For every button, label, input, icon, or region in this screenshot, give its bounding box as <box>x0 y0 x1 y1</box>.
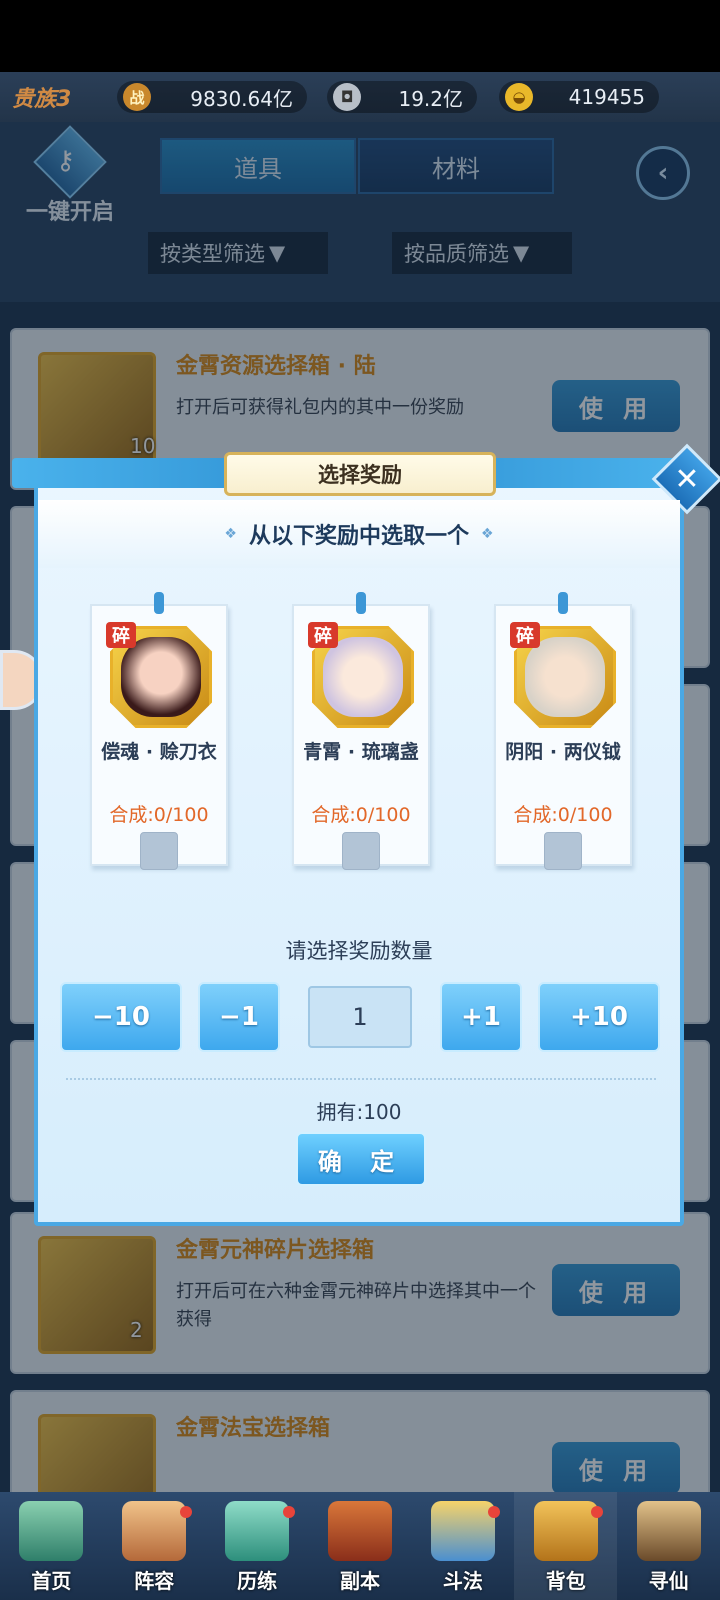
notification-dot <box>591 1506 604 1518</box>
status-bar <box>0 0 720 72</box>
nav-label: 斗法 <box>442 1569 483 1593</box>
reward-progress: 合成:0/100 <box>513 804 613 826</box>
nav-dungeon[interactable]: 副本 <box>309 1492 412 1600</box>
dialog-title: 选择奖励 <box>224 452 496 496</box>
power-icon: 战 <box>123 83 151 111</box>
coin-icon: ◘ <box>333 83 361 111</box>
nav-battle[interactable]: 斗法 <box>411 1492 514 1600</box>
quantity-prompt: 请选择奖励数量 <box>285 939 433 963</box>
nav-label: 阵容 <box>134 1569 175 1593</box>
owned-count: 拥有:100 <box>316 1100 402 1124</box>
battle-icon <box>430 1501 495 1561</box>
nav-label: 历练 <box>237 1569 278 1593</box>
resource-bar: 贵族3 战 9830.64亿 ◘ 19.2亿 ◒ 419455 <box>0 72 720 122</box>
confirm-button[interactable]: 确 定 <box>296 1132 426 1186</box>
nav-training[interactable]: 历练 <box>206 1492 309 1600</box>
notification-dot <box>282 1506 295 1518</box>
notification-dot <box>488 1506 501 1518</box>
fragment-badge: 碎 <box>106 622 136 648</box>
divider <box>66 1078 656 1080</box>
coin-resource[interactable]: ◘ 19.2亿 <box>327 81 477 113</box>
nav-label: 副本 <box>340 1569 380 1593</box>
notification-dot <box>179 1506 192 1518</box>
reward-name: 青霄 · 琉璃盏 <box>303 741 419 763</box>
home-icon <box>19 1501 84 1561</box>
reward-progress: 合成:0/100 <box>311 804 411 826</box>
reward-checkbox[interactable] <box>140 832 178 870</box>
reward-name: 阴阳 · 两仪钺 <box>505 741 621 763</box>
pin-icon <box>356 592 366 614</box>
dialog-subtitle: ❖ 从以下奖励中选取一个 ❖ <box>38 500 680 568</box>
reward-card[interactable]: 碎 偿魂 · 赊刀衣 合成:0/100 <box>90 592 228 870</box>
reward-progress: 合成:0/100 <box>109 804 209 826</box>
reward-name: 偿魂 · 赊刀衣 <box>101 741 217 763</box>
quantity-field[interactable]: 1 <box>308 986 412 1048</box>
nav-label: 寻仙 <box>648 1569 689 1593</box>
nav-label: 首页 <box>31 1569 72 1593</box>
fragment-badge: 碎 <box>510 622 540 648</box>
reward-card[interactable]: 碎 阴阳 · 两仪钺 合成:0/100 <box>494 592 632 870</box>
plus-ten-button[interactable]: +10 <box>538 982 660 1052</box>
lineup-icon <box>122 1501 187 1561</box>
reward-checkbox[interactable] <box>544 832 582 870</box>
pin-icon <box>154 592 164 614</box>
reward-card[interactable]: 碎 青霄 · 琉璃盏 合成:0/100 <box>292 592 430 870</box>
coin-value: 19.2亿 <box>398 86 463 111</box>
minus-one-button[interactable]: −1 <box>198 982 280 1052</box>
subtitle-text: 从以下奖励中选取一个 <box>248 524 469 549</box>
nav-home[interactable]: 首页 <box>0 1492 103 1600</box>
hero-face <box>323 637 403 717</box>
scroll-icon <box>636 1501 701 1561</box>
minus-ten-button[interactable]: −10 <box>60 982 182 1052</box>
gold-value: 419455 <box>568 85 645 109</box>
bottom-nav: 首页 阵容 历练 副本 斗法 背包 寻仙 <box>0 1492 720 1600</box>
pin-icon <box>558 592 568 614</box>
bag-icon <box>533 1501 598 1561</box>
gold-resource[interactable]: ◒ 419455 <box>499 81 659 113</box>
power-value: 9830.64亿 <box>190 86 293 111</box>
ornament-icon: ❖ <box>224 526 237 542</box>
nav-bag[interactable]: 背包 <box>514 1492 618 1600</box>
hero-face <box>525 637 605 717</box>
close-icon[interactable]: ✕ <box>662 454 712 504</box>
training-icon <box>225 1501 290 1561</box>
vip-level[interactable]: 贵族3 <box>12 81 107 113</box>
nav-seek-immortal[interactable]: 寻仙 <box>617 1492 720 1600</box>
reward-checkbox[interactable] <box>342 832 380 870</box>
nav-label: 背包 <box>545 1569 586 1593</box>
hero-face <box>121 637 201 717</box>
nav-lineup[interactable]: 阵容 <box>103 1492 206 1600</box>
plus-one-button[interactable]: +1 <box>440 982 522 1052</box>
gold-ingot-icon: ◒ <box>505 83 533 111</box>
fragment-badge: 碎 <box>308 622 338 648</box>
dungeon-gate-icon <box>328 1501 392 1561</box>
ornament-icon: ❖ <box>481 526 494 542</box>
power-resource: 战 9830.64亿 <box>117 81 307 113</box>
